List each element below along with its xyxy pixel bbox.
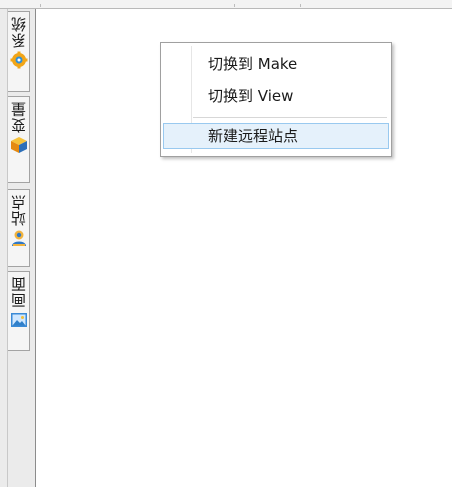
top-toolbar-strip (0, 0, 452, 9)
site-user-icon (11, 230, 26, 246)
tab-sites-label: 站点 (9, 194, 28, 226)
menu-item-switch-to-make[interactable]: 切换到 Make (163, 51, 389, 77)
toolbar-tick (234, 4, 235, 7)
toolbar-tick (40, 4, 41, 7)
menu-item-switch-to-view[interactable]: 切换到 View (163, 83, 389, 109)
context-menu: 切换到 Make 切换到 View 新建远程站点 (160, 42, 392, 157)
vertical-tab-bar: 系统 变量 站点 画面 (0, 9, 36, 487)
picture-icon (10, 313, 27, 327)
tab-variables[interactable]: 变量 (8, 96, 30, 183)
tab-sites[interactable]: 站点 (8, 189, 30, 267)
menu-item-new-remote-site[interactable]: 新建远程站点 (163, 123, 389, 149)
tab-screens[interactable]: 画面 (8, 271, 30, 351)
variable-cube-icon (10, 137, 27, 153)
menu-item-label: 切换到 View (208, 87, 294, 105)
tab-system-label: 系统 (9, 16, 28, 48)
menu-item-label: 新建远程站点 (208, 127, 299, 145)
toolbar-tick (300, 4, 301, 7)
tab-screens-label: 画面 (9, 276, 28, 308)
system-gear-icon (10, 51, 27, 69)
menu-item-label: 切换到 Make (208, 55, 298, 73)
tab-variables-label: 变量 (9, 101, 28, 133)
tab-system[interactable]: 系统 (8, 11, 30, 92)
menu-separator (193, 117, 387, 118)
